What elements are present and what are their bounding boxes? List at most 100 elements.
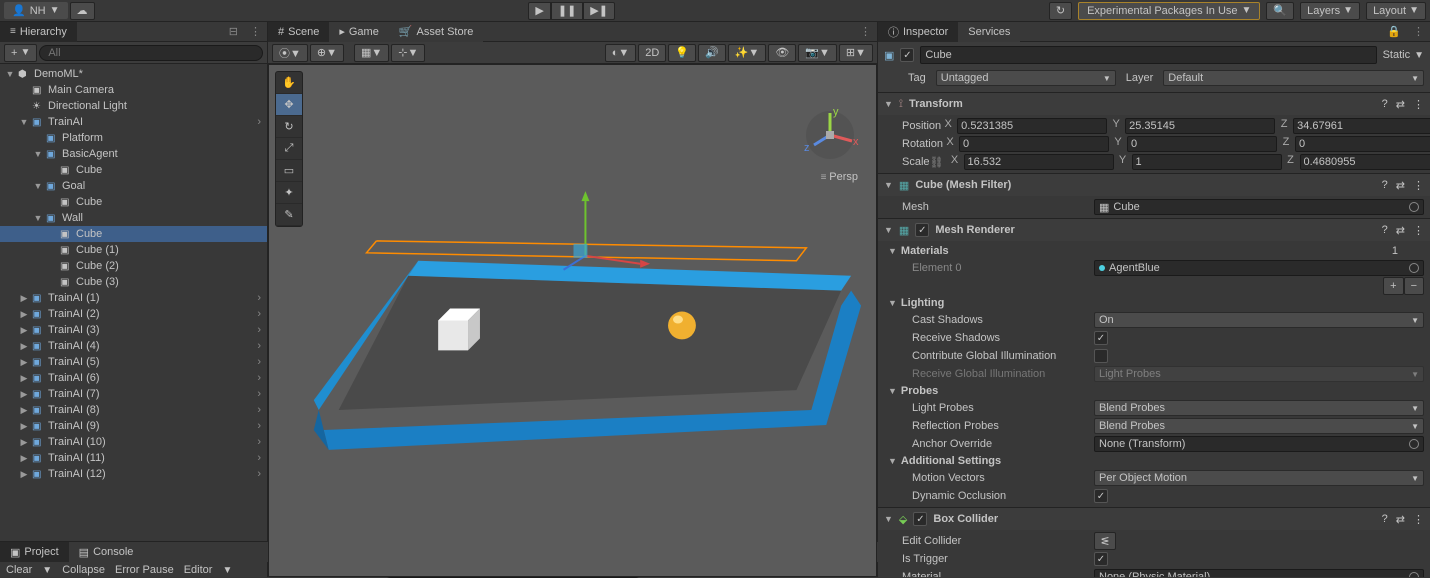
tree-row[interactable]: ▣Cube (3): [0, 274, 267, 290]
tree-row[interactable]: ▣Main Camera: [0, 82, 267, 98]
persp-label[interactable]: ≡ Persp: [821, 171, 858, 183]
layers-dropdown[interactable]: Layers ▼: [1300, 2, 1360, 20]
transform-header[interactable]: ▼⟟ Transform ?⇄⋮: [878, 93, 1430, 115]
scale-y[interactable]: [1132, 154, 1282, 170]
draw-dropdown[interactable]: ◐▼: [605, 44, 637, 62]
chevron-right-icon[interactable]: ›: [257, 324, 267, 336]
panel-menu-icon[interactable]: ⋮: [854, 25, 877, 38]
tree-row[interactable]: ▼▣Goal: [0, 178, 267, 194]
collider-enabled[interactable]: ✓: [913, 512, 927, 526]
pos-x[interactable]: [957, 118, 1107, 134]
inspector-tab[interactable]: ⓘInspector: [878, 22, 958, 42]
fold-icon[interactable]: ▶: [18, 389, 30, 400]
tree-row[interactable]: ▣Cube (1): [0, 242, 267, 258]
tree-row[interactable]: ▼▣BasicAgent: [0, 146, 267, 162]
fold-icon[interactable]: ▶: [18, 469, 30, 480]
pivot-dropdown[interactable]: ⦿▼: [272, 44, 308, 62]
tree-row[interactable]: ▶▣TrainAI (1)›: [0, 290, 267, 306]
audio-toggle[interactable]: 🔊: [698, 44, 726, 62]
project-tab[interactable]: ▣Project: [0, 542, 69, 562]
gizmos-dropdown[interactable]: ⊞▼: [839, 44, 873, 62]
fold-icon[interactable]: ▶: [18, 421, 30, 432]
edit-collider-button[interactable]: ᓬ: [1094, 532, 1116, 550]
camera-dropdown[interactable]: 📷▼: [798, 44, 837, 62]
pos-z[interactable]: [1293, 118, 1430, 134]
account-menu[interactable]: 👤 NH ▼: [4, 2, 68, 19]
link-icon[interactable]: ⛓: [930, 156, 944, 169]
tree-row[interactable]: ▶▣TrainAI (2)›: [0, 306, 267, 322]
fold-icon[interactable]: ▶: [18, 293, 30, 304]
meshrenderer-header[interactable]: ▼▦ ✓ Mesh Renderer ?⇄⋮: [878, 219, 1430, 241]
add-material[interactable]: +: [1383, 277, 1403, 295]
motion-vectors-dropdown[interactable]: Per Object Motion▼: [1094, 470, 1424, 486]
active-checkbox[interactable]: ✓: [900, 48, 914, 62]
cloud-button[interactable]: ☁: [70, 2, 95, 20]
chevron-down-icon[interactable]: ▼: [1414, 50, 1424, 61]
dyn-occl-check[interactable]: ✓: [1094, 489, 1108, 503]
chevron-right-icon[interactable]: ›: [257, 292, 267, 304]
boxcollider-header[interactable]: ▼⬙ ✓ Box Collider ?⇄⋮: [878, 508, 1430, 530]
anchor-override-field[interactable]: None (Transform): [1094, 436, 1424, 452]
tag-dropdown[interactable]: Untagged▼: [936, 70, 1116, 86]
move-tool[interactable]: ✥: [276, 94, 302, 116]
chevron-right-icon[interactable]: ›: [257, 356, 267, 368]
tree-row[interactable]: ▣Cube: [0, 162, 267, 178]
is-trigger-check[interactable]: ✓: [1094, 552, 1108, 566]
rotate-tool[interactable]: ↻: [276, 116, 302, 138]
panel-dock-icon[interactable]: ⊟: [223, 25, 244, 38]
panel-menu-icon[interactable]: ⋮: [1407, 25, 1430, 38]
chevron-right-icon[interactable]: ›: [257, 468, 267, 480]
cast-shadows-dropdown[interactable]: On▼: [1094, 312, 1424, 328]
chevron-right-icon[interactable]: ›: [257, 436, 267, 448]
console-tab[interactable]: ▤Console: [69, 542, 144, 562]
hierarchy-search[interactable]: [39, 45, 263, 61]
rot-x[interactable]: [959, 136, 1109, 152]
tree-row[interactable]: ▼⬢DemoML*: [0, 66, 267, 82]
scene-tab[interactable]: #Scene: [268, 22, 329, 42]
recv-shadows-check[interactable]: ✓: [1094, 331, 1108, 345]
tree-row[interactable]: ▣Cube (2): [0, 258, 267, 274]
fold-icon[interactable]: ▶: [18, 437, 30, 448]
scale-z[interactable]: [1300, 154, 1430, 170]
layer-dropdown[interactable]: Default▼: [1163, 70, 1424, 86]
scale-tool[interactable]: ⤢: [276, 138, 302, 160]
fold-icon[interactable]: ▼: [4, 69, 16, 79]
mesh-field[interactable]: ▦Cube: [1094, 199, 1424, 215]
snap-increment[interactable]: ⊹▼: [391, 44, 425, 62]
tree-row[interactable]: ▼▣TrainAI›: [0, 114, 267, 130]
tree-row[interactable]: ▶▣TrainAI (3)›: [0, 322, 267, 338]
phys-mat-field[interactable]: None (Physic Material): [1094, 569, 1424, 577]
pause-button[interactable]: ❚❚: [551, 2, 583, 20]
refl-probes-dropdown[interactable]: Blend Probes▼: [1094, 418, 1424, 434]
menu-icon[interactable]: ⋮: [1413, 98, 1424, 111]
fold-icon[interactable]: ▶: [18, 341, 30, 352]
fold-icon[interactable]: ▶: [18, 453, 30, 464]
2d-toggle[interactable]: 2D: [638, 44, 666, 62]
hidden-toggle[interactable]: 👁: [768, 44, 796, 62]
lighting-header[interactable]: Lighting: [901, 297, 944, 309]
rot-y[interactable]: [1127, 136, 1277, 152]
tree-row[interactable]: ▣Platform: [0, 130, 267, 146]
hand-tool[interactable]: ✋: [276, 72, 302, 94]
remove-material[interactable]: −: [1404, 277, 1424, 295]
materials-header[interactable]: Materials: [901, 245, 949, 257]
tree-row[interactable]: ▶▣TrainAI (12)›: [0, 466, 267, 482]
meshfilter-header[interactable]: ▼▦ Cube (Mesh Filter) ?⇄⋮: [878, 174, 1430, 196]
pos-y[interactable]: [1125, 118, 1275, 134]
tree-row[interactable]: ▶▣TrainAI (5)›: [0, 354, 267, 370]
cgi-check[interactable]: [1094, 349, 1108, 363]
tree-row[interactable]: ▶▣TrainAI (9)›: [0, 418, 267, 434]
game-tab[interactable]: ▸Game: [329, 22, 389, 42]
panel-menu-icon[interactable]: ⋮: [244, 25, 267, 38]
chevron-right-icon[interactable]: ›: [257, 340, 267, 352]
orientation-gizmo[interactable]: y x z: [800, 105, 860, 165]
chevron-right-icon[interactable]: ›: [257, 452, 267, 464]
chevron-right-icon[interactable]: ›: [257, 116, 267, 128]
chevron-right-icon[interactable]: ›: [257, 308, 267, 320]
rect-tool[interactable]: ▭: [276, 160, 302, 182]
preset-icon[interactable]: ⇄: [1396, 98, 1405, 111]
step-button[interactable]: ▶❚: [583, 2, 615, 20]
hierarchy-tree[interactable]: ▼⬢DemoML*▣Main Camera☀Directional Light▼…: [0, 64, 267, 577]
chevron-right-icon[interactable]: ›: [257, 372, 267, 384]
experimental-warning[interactable]: Experimental Packages In Use ▼: [1078, 2, 1260, 20]
